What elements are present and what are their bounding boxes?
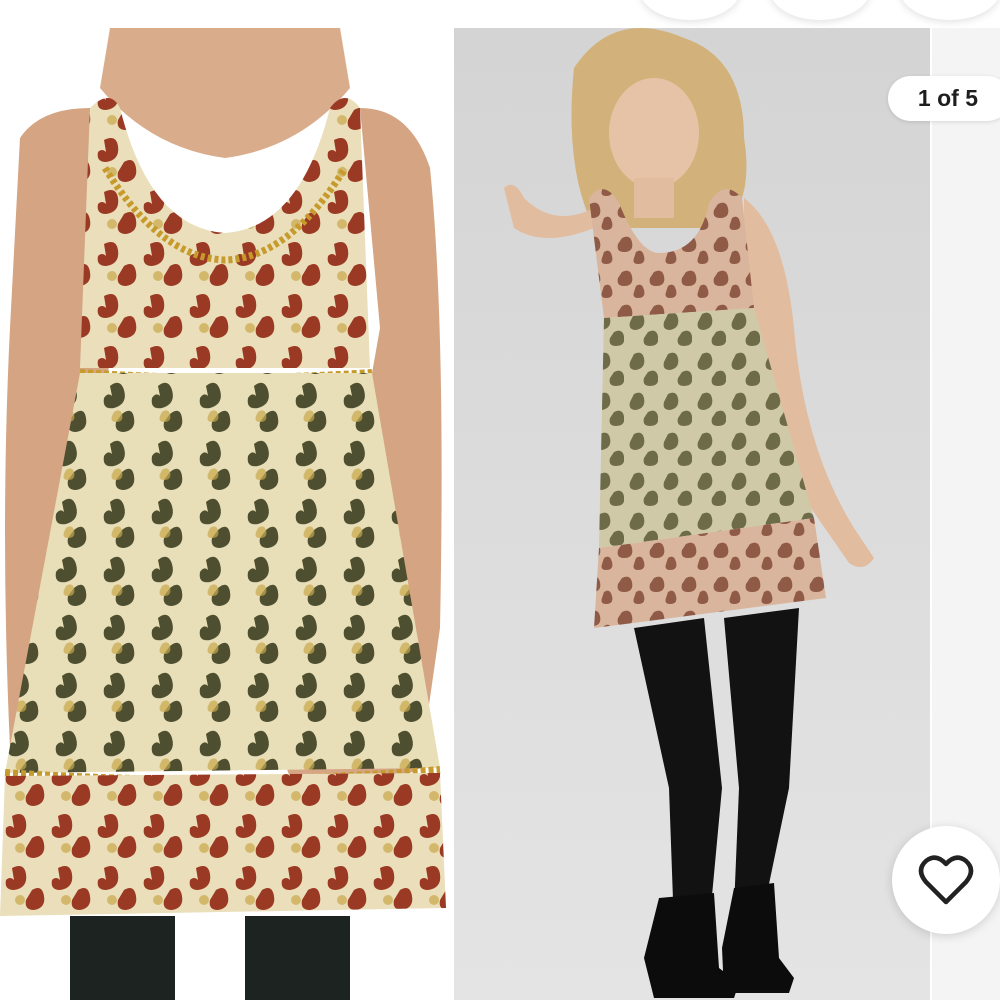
top-action-chip-3[interactable] — [900, 0, 1000, 20]
top-action-chip-1[interactable] — [640, 0, 740, 20]
like-button[interactable] — [892, 826, 1000, 934]
listing-photo-front[interactable] — [0, 28, 446, 1000]
listing-photo-model[interactable] — [454, 28, 930, 1000]
front-view-dress-image — [0, 28, 446, 1000]
photo-carousel[interactable]: 1 of 5 — [0, 28, 1000, 1000]
model-full-length-image — [454, 28, 930, 1000]
heart-outline-icon — [918, 855, 974, 905]
top-action-chip-2[interactable] — [770, 0, 870, 20]
photo-counter: 1 of 5 — [887, 76, 1000, 121]
